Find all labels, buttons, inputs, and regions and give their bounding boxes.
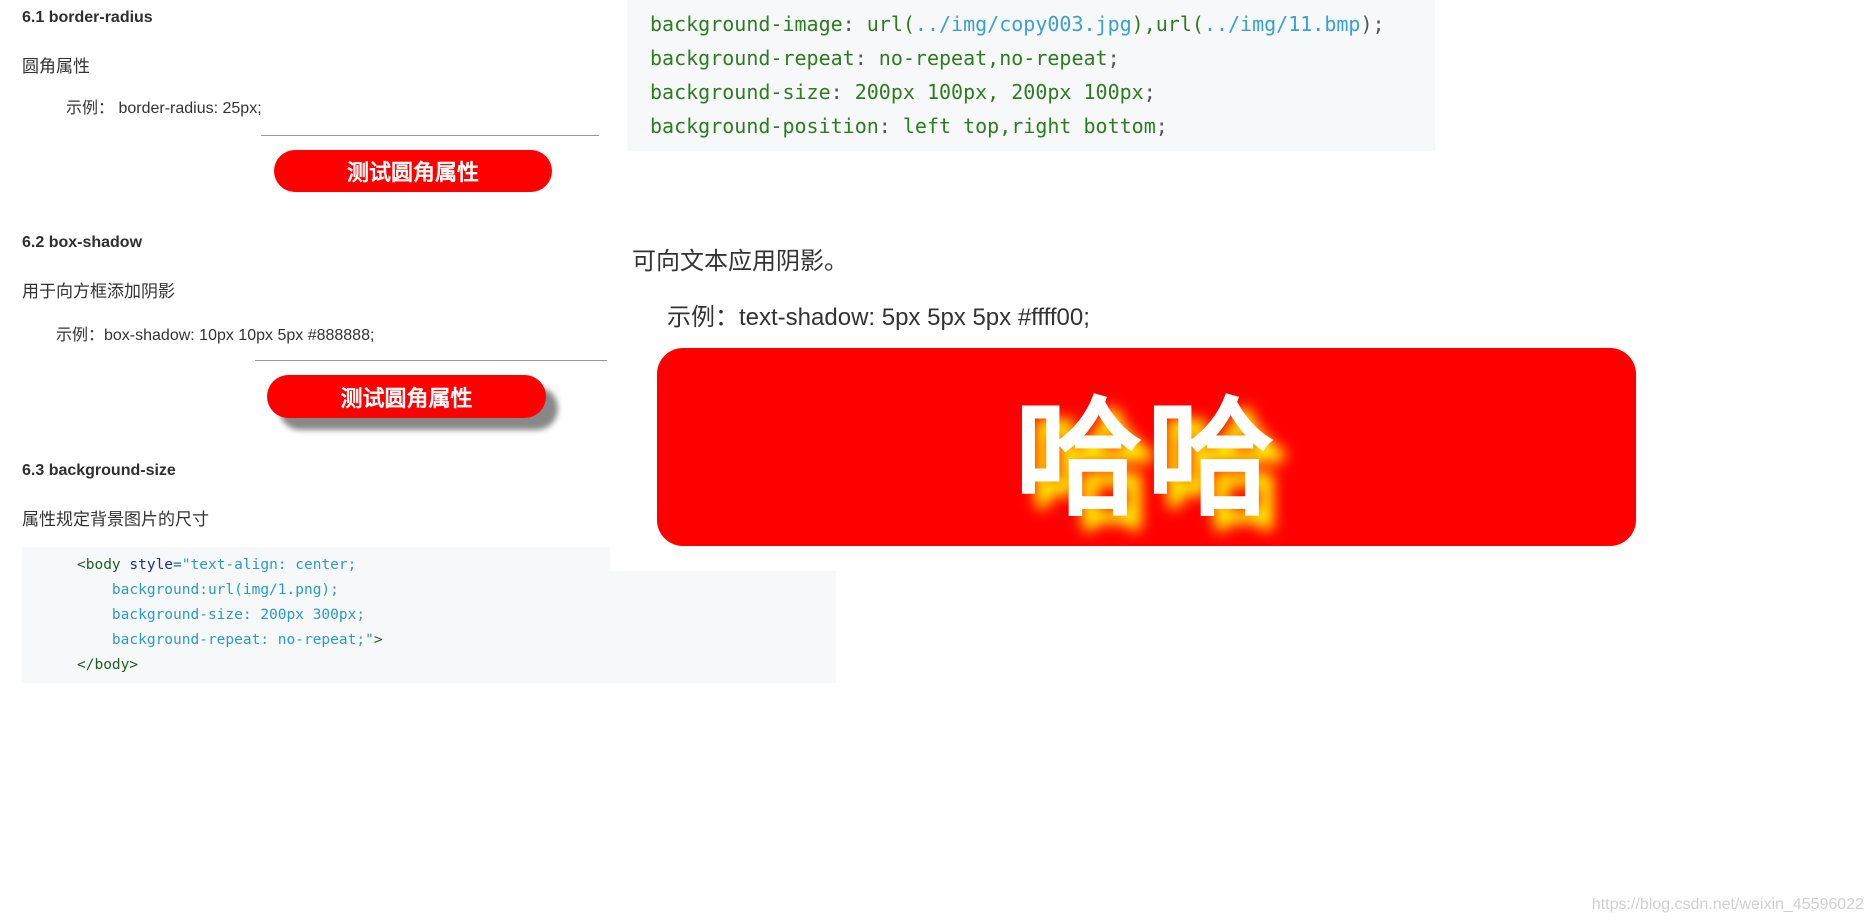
code-token: </body> (77, 657, 139, 673)
divider (255, 360, 607, 361)
code-token: background-size: 200px 300px; (111, 607, 366, 623)
text-shadow-demo-text: 哈哈 (1014, 384, 1279, 534)
example-box-shadow: 示例：box-shadow: 10px 10px 5px #888888; (56, 327, 375, 344)
code-token: : (854, 46, 867, 70)
code-token: 200px 100px, 200px 100px (854, 80, 1144, 104)
code-token: ; (1155, 114, 1168, 138)
code-token: background:url(img/1.png); (111, 582, 339, 598)
code-token: ); (1360, 12, 1385, 36)
code-token: url( (866, 12, 915, 36)
example-text-shadow: 示例：text-shadow: 5px 5px 5px #ffff00; (667, 304, 1090, 331)
code-token: left top,right bottom (902, 114, 1156, 138)
code-token: ../img/11.bmp (1203, 12, 1361, 36)
section-heading-background-size: 6.3 background-size (22, 462, 176, 479)
code-text-multiple-backgrounds: background-image: url(../img/copy003.jpg… (650, 7, 1385, 143)
code-token: = (173, 557, 182, 573)
code-token: : (830, 80, 843, 104)
text-shadow-description: 可向文本应用阴影。 (632, 248, 848, 275)
example-border-radius: 示例： border-radius: 25px; (66, 100, 262, 117)
code-token: style (129, 557, 174, 573)
section-heading-border-radius: 6.1 border-radius (22, 9, 153, 26)
section-heading-box-shadow: 6.2 box-shadow (22, 234, 143, 251)
divider (261, 135, 599, 136)
code-token: "text-align: center; (181, 557, 357, 573)
code-token: <body (77, 557, 121, 573)
code-token: background-position (650, 114, 879, 138)
code-token: ), (1131, 12, 1156, 36)
code-token: ../img/copy003.jpg (914, 12, 1132, 36)
section-description-border-radius: 圆角属性 (22, 57, 90, 76)
watermark: https://blog.csdn.net/weixin_45596022 (1591, 896, 1864, 913)
code-token: background-repeat: no-repeat;" (111, 632, 374, 648)
code-token: : (842, 12, 855, 36)
code-token: > (373, 632, 383, 648)
code-token: background-image (650, 12, 843, 36)
code-token: ; (1107, 46, 1120, 70)
code-text-background-size: <body style="text-align: center; backgro… (77, 553, 383, 678)
test-box-shadow-button[interactable]: 测试圆角属性 (267, 375, 546, 418)
code-token: url( (1155, 12, 1204, 36)
code-token: background-repeat (650, 46, 855, 70)
test-border-radius-button[interactable]: 测试圆角属性 (274, 150, 552, 192)
code-token: : (878, 114, 891, 138)
section-description-box-shadow: 用于向方框添加阴影 (22, 282, 175, 301)
code-token: ; (1143, 80, 1156, 104)
overlay-mask (610, 547, 836, 571)
section-description-background-size: 属性规定背景图片的尺寸 (22, 510, 209, 529)
code-token: background-size (650, 80, 831, 104)
code-token: no-repeat,no-repeat (878, 46, 1108, 70)
text-shadow-demo-box: 哈哈 (657, 348, 1636, 546)
